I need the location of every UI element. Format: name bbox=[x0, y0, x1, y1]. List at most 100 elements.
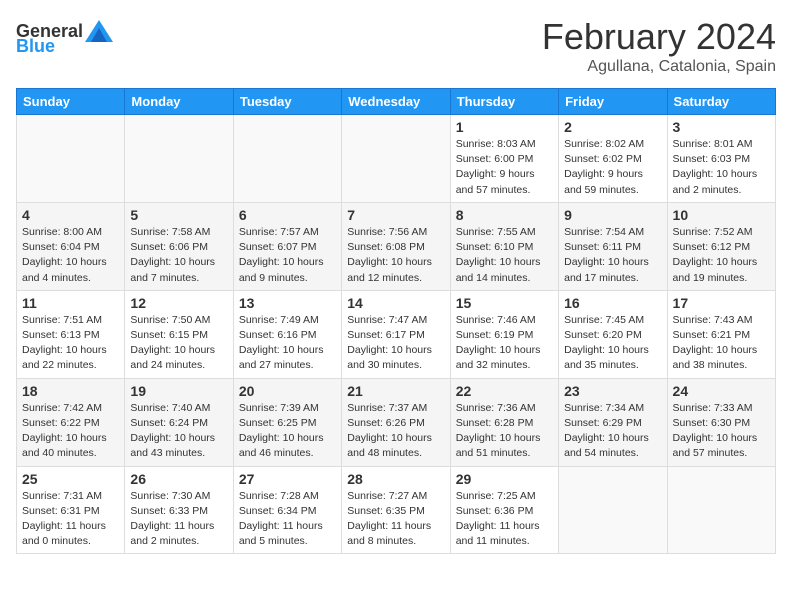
calendar-cell bbox=[667, 466, 775, 554]
day-number: 12 bbox=[130, 295, 227, 311]
day-number: 25 bbox=[22, 471, 119, 487]
day-number: 29 bbox=[456, 471, 553, 487]
title-area: February 2024 Agullana, Catalonia, Spain bbox=[542, 16, 776, 76]
day-info: Sunrise: 8:00 AMSunset: 6:04 PMDaylight:… bbox=[22, 225, 119, 286]
calendar-cell: 14 Sunrise: 7:47 AMSunset: 6:17 PMDayligh… bbox=[342, 290, 450, 378]
day-info: Sunrise: 7:49 AMSunset: 6:16 PMDaylight:… bbox=[239, 313, 336, 374]
day-number: 19 bbox=[130, 383, 227, 399]
header: General Blue February 2024 Agullana, Cat… bbox=[16, 16, 776, 76]
day-number: 9 bbox=[564, 207, 661, 223]
calendar-cell: 9 Sunrise: 7:54 AMSunset: 6:11 PMDaylight… bbox=[559, 202, 667, 290]
day-info: Sunrise: 7:46 AMSunset: 6:19 PMDaylight:… bbox=[456, 313, 553, 374]
calendar-cell: 3Sunrise: 8:01 AMSunset: 6:03 PMDaylight… bbox=[667, 115, 775, 203]
calendar-cell: 11 Sunrise: 7:51 AMSunset: 6:13 PMDayligh… bbox=[17, 290, 125, 378]
header-day-sunday: Sunday bbox=[17, 89, 125, 115]
calendar-cell: 21Sunrise: 7:37 AMSunset: 6:26 PMDayligh… bbox=[342, 378, 450, 466]
day-info: Sunrise: 7:51 AMSunset: 6:13 PMDaylight:… bbox=[22, 313, 119, 374]
day-info: Sunrise: 7:31 AMSunset: 6:31 PMDaylight:… bbox=[22, 489, 119, 550]
day-info: Sunrise: 7:25 AMSunset: 6:36 PMDaylight:… bbox=[456, 489, 553, 550]
day-info: Sunrise: 8:02 AMSunset: 6:02 PMDaylight:… bbox=[564, 137, 661, 198]
week-row-4: 18Sunrise: 7:42 AMSunset: 6:22 PMDayligh… bbox=[17, 378, 776, 466]
day-number: 28 bbox=[347, 471, 444, 487]
day-number: 14 bbox=[347, 295, 444, 311]
week-row-1: 1Sunrise: 8:03 AMSunset: 6:00 PMDaylight… bbox=[17, 115, 776, 203]
header-day-monday: Monday bbox=[125, 89, 233, 115]
day-info: Sunrise: 7:50 AMSunset: 6:15 PMDaylight:… bbox=[130, 313, 227, 374]
day-number: 20 bbox=[239, 383, 336, 399]
day-info: Sunrise: 7:55 AMSunset: 6:10 PMDaylight:… bbox=[456, 225, 553, 286]
day-info: Sunrise: 7:34 AMSunset: 6:29 PMDaylight:… bbox=[564, 401, 661, 462]
calendar-cell: 13 Sunrise: 7:49 AMSunset: 6:16 PMDayligh… bbox=[233, 290, 341, 378]
header-row: SundayMondayTuesdayWednesdayThursdayFrid… bbox=[17, 89, 776, 115]
calendar-cell: 19 Sunrise: 7:40 AMSunset: 6:24 PMDayligh… bbox=[125, 378, 233, 466]
calendar-cell: 18Sunrise: 7:42 AMSunset: 6:22 PMDayligh… bbox=[17, 378, 125, 466]
day-info: Sunrise: 7:54 AMSunset: 6:11 PMDaylight:… bbox=[564, 225, 661, 286]
calendar-cell: 10 Sunrise: 7:52 AMSunset: 6:12 PMDayligh… bbox=[667, 202, 775, 290]
day-info: Sunrise: 7:47 AMSunset: 6:17 PMDaylight:… bbox=[347, 313, 444, 374]
logo: General Blue bbox=[16, 20, 113, 57]
calendar-cell bbox=[559, 466, 667, 554]
day-number: 10 bbox=[673, 207, 770, 223]
day-number: 23 bbox=[564, 383, 661, 399]
day-number: 24 bbox=[673, 383, 770, 399]
calendar-cell: 28 Sunrise: 7:27 AMSunset: 6:35 PMDayligh… bbox=[342, 466, 450, 554]
day-number: 18 bbox=[22, 383, 119, 399]
month-title: February 2024 bbox=[542, 16, 776, 58]
week-row-2: 4 Sunrise: 8:00 AMSunset: 6:04 PMDaylight… bbox=[17, 202, 776, 290]
day-number: 11 bbox=[22, 295, 119, 311]
day-info: Sunrise: 8:01 AMSunset: 6:03 PMDaylight:… bbox=[673, 137, 770, 198]
day-number: 17 bbox=[673, 295, 770, 311]
week-row-5: 25 Sunrise: 7:31 AMSunset: 6:31 PMDayligh… bbox=[17, 466, 776, 554]
week-row-3: 11 Sunrise: 7:51 AMSunset: 6:13 PMDayligh… bbox=[17, 290, 776, 378]
calendar-cell: 8Sunrise: 7:55 AMSunset: 6:10 PMDaylight… bbox=[450, 202, 558, 290]
day-info: Sunrise: 7:58 AMSunset: 6:06 PMDaylight:… bbox=[130, 225, 227, 286]
calendar-cell: 25 Sunrise: 7:31 AMSunset: 6:31 PMDayligh… bbox=[17, 466, 125, 554]
calendar-cell bbox=[233, 115, 341, 203]
day-number: 1 bbox=[456, 119, 553, 135]
day-info: Sunrise: 7:45 AMSunset: 6:20 PMDaylight:… bbox=[564, 313, 661, 374]
day-info: Sunrise: 7:28 AMSunset: 6:34 PMDaylight:… bbox=[239, 489, 336, 550]
day-info: Sunrise: 7:39 AMSunset: 6:25 PMDaylight:… bbox=[239, 401, 336, 462]
calendar-cell: 17 Sunrise: 7:43 AMSunset: 6:21 PMDayligh… bbox=[667, 290, 775, 378]
day-info: Sunrise: 7:56 AMSunset: 6:08 PMDaylight:… bbox=[347, 225, 444, 286]
calendar-cell: 5 Sunrise: 7:58 AMSunset: 6:06 PMDaylight… bbox=[125, 202, 233, 290]
calendar-cell: 12 Sunrise: 7:50 AMSunset: 6:15 PMDayligh… bbox=[125, 290, 233, 378]
day-number: 21 bbox=[347, 383, 444, 399]
header-day-tuesday: Tuesday bbox=[233, 89, 341, 115]
calendar-cell: 27Sunrise: 7:28 AMSunset: 6:34 PMDayligh… bbox=[233, 466, 341, 554]
calendar-cell: 20 Sunrise: 7:39 AMSunset: 6:25 PMDayligh… bbox=[233, 378, 341, 466]
calendar-cell: 29 Sunrise: 7:25 AMSunset: 6:36 PMDayligh… bbox=[450, 466, 558, 554]
day-number: 16 bbox=[564, 295, 661, 311]
day-number: 6 bbox=[239, 207, 336, 223]
calendar-cell: 24 Sunrise: 7:33 AMSunset: 6:30 PMDayligh… bbox=[667, 378, 775, 466]
day-number: 5 bbox=[130, 207, 227, 223]
logo-icon bbox=[85, 20, 113, 42]
day-info: Sunrise: 7:27 AMSunset: 6:35 PMDaylight:… bbox=[347, 489, 444, 550]
location-title: Agullana, Catalonia, Spain bbox=[542, 58, 776, 76]
calendar-cell: 23 Sunrise: 7:34 AMSunset: 6:29 PMDayligh… bbox=[559, 378, 667, 466]
day-info: Sunrise: 7:43 AMSunset: 6:21 PMDaylight:… bbox=[673, 313, 770, 374]
calendar-cell: 26Sunrise: 7:30 AMSunset: 6:33 PMDayligh… bbox=[125, 466, 233, 554]
header-day-thursday: Thursday bbox=[450, 89, 558, 115]
calendar-cell: 22Sunrise: 7:36 AMSunset: 6:28 PMDayligh… bbox=[450, 378, 558, 466]
day-number: 7 bbox=[347, 207, 444, 223]
day-info: Sunrise: 7:52 AMSunset: 6:12 PMDaylight:… bbox=[673, 225, 770, 286]
day-info: Sunrise: 7:36 AMSunset: 6:28 PMDaylight:… bbox=[456, 401, 553, 462]
calendar-cell: 2 Sunrise: 8:02 AMSunset: 6:02 PMDaylight… bbox=[559, 115, 667, 203]
day-number: 4 bbox=[22, 207, 119, 223]
day-info: Sunrise: 7:33 AMSunset: 6:30 PMDaylight:… bbox=[673, 401, 770, 462]
header-day-saturday: Saturday bbox=[667, 89, 775, 115]
calendar-cell: 15 Sunrise: 7:46 AMSunset: 6:19 PMDayligh… bbox=[450, 290, 558, 378]
day-info: Sunrise: 7:57 AMSunset: 6:07 PMDaylight:… bbox=[239, 225, 336, 286]
logo-blue-text: Blue bbox=[16, 36, 55, 57]
day-number: 15 bbox=[456, 295, 553, 311]
day-number: 2 bbox=[564, 119, 661, 135]
header-day-friday: Friday bbox=[559, 89, 667, 115]
calendar-cell: 16 Sunrise: 7:45 AMSunset: 6:20 PMDayligh… bbox=[559, 290, 667, 378]
calendar-cell bbox=[342, 115, 450, 203]
calendar-table: SundayMondayTuesdayWednesdayThursdayFrid… bbox=[16, 88, 776, 554]
day-info: Sunrise: 7:40 AMSunset: 6:24 PMDaylight:… bbox=[130, 401, 227, 462]
calendar-cell: 4 Sunrise: 8:00 AMSunset: 6:04 PMDaylight… bbox=[17, 202, 125, 290]
day-number: 13 bbox=[239, 295, 336, 311]
day-info: Sunrise: 7:30 AMSunset: 6:33 PMDaylight:… bbox=[130, 489, 227, 550]
